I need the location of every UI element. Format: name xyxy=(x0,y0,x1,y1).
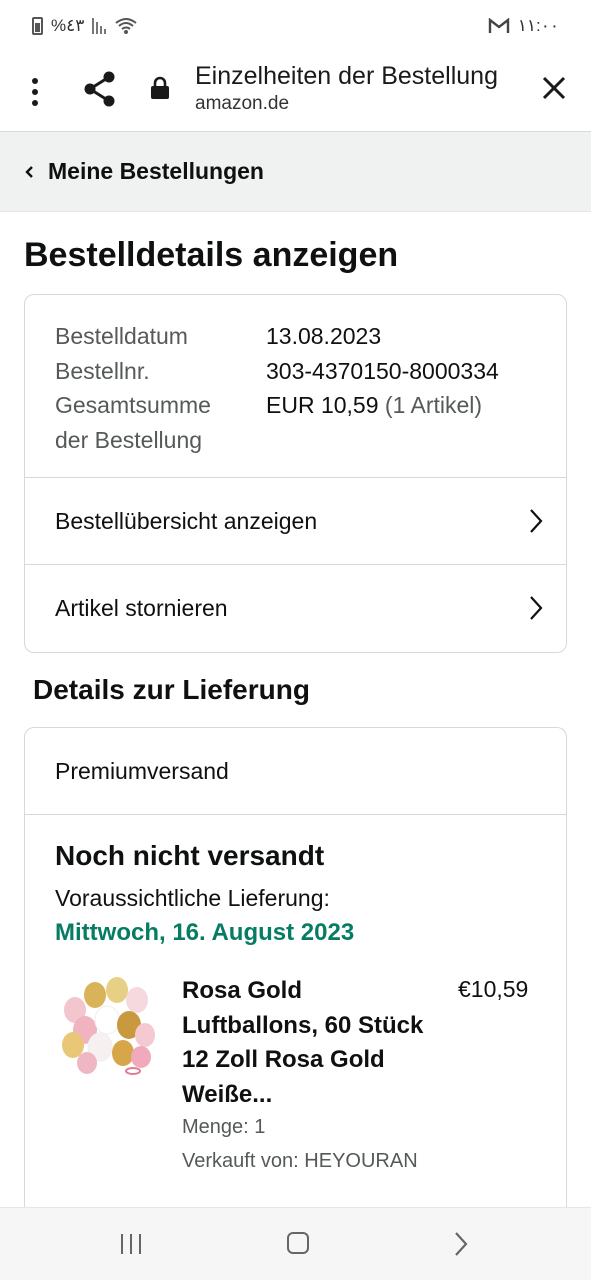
estimated-delivery-date: Mittwoch, 16. August 2023 xyxy=(55,919,355,946)
status-bar: %٤٣ ١١:٠٠ xyxy=(0,0,591,52)
product-quantity: Menge: 1 xyxy=(182,1116,266,1138)
home-icon[interactable] xyxy=(287,1232,309,1254)
product-seller: Verkauft von: HEYOURAN xyxy=(182,1150,418,1172)
battery-icon xyxy=(32,17,43,35)
shipment-status: Noch nicht versandt xyxy=(55,840,325,871)
breadcrumb-label: Meine Bestellungen xyxy=(48,158,264,184)
browser-toolbar: Einzelheiten der Bestellung amazon.de xyxy=(0,52,591,132)
order-date-label: Bestelldatum xyxy=(55,323,188,349)
status-right: ١١:٠٠ xyxy=(488,16,559,36)
share-icon[interactable] xyxy=(82,70,118,108)
product-image[interactable] xyxy=(55,975,160,1080)
order-total-label-line2: der Bestellung xyxy=(55,426,203,453)
cancel-items-label: Artikel stornieren xyxy=(55,594,228,621)
back-icon[interactable] xyxy=(452,1230,470,1258)
recent-apps-icon[interactable] xyxy=(121,1234,141,1254)
browser-url[interactable]: amazon.de xyxy=(195,92,498,116)
chevron-right-icon xyxy=(530,509,543,533)
more-vert-icon[interactable] xyxy=(25,72,45,112)
browser-page-title: Einzelheiten der Bestellung xyxy=(195,62,498,90)
chevron-left-icon xyxy=(24,164,48,180)
chevron-right-icon xyxy=(530,596,543,620)
order-number-value: 303-4370150-8000334 xyxy=(266,357,499,384)
delivery-section-title: Details zur Lieferung xyxy=(33,674,310,705)
delivery-card: Premiumversand Noch nicht versandt Vorau… xyxy=(24,727,567,1227)
breadcrumb[interactable]: Meine Bestellungen xyxy=(0,132,591,212)
order-date-row: Bestelldatum 13.08.2023 xyxy=(55,319,499,354)
product-title[interactable]: Rosa Gold Luftballons, 60 Stück 12 Zoll … xyxy=(182,974,432,1112)
order-total-label-line1: Gesamtsumme xyxy=(55,392,211,418)
order-total-value: EUR 10,59 (1 Artikel) xyxy=(266,388,482,457)
wifi-icon xyxy=(115,18,138,34)
view-order-summary-label: Bestellübersicht anzeigen xyxy=(55,507,318,534)
close-icon[interactable] xyxy=(540,74,568,102)
signal-icon xyxy=(92,18,107,34)
lock-icon xyxy=(151,76,169,99)
page-title: Bestelldetails anzeigen xyxy=(24,236,399,274)
order-info: Bestelldatum 13.08.2023 Bestellnr. 303-4… xyxy=(55,319,499,457)
shipping-method: Premiumversand xyxy=(25,728,566,815)
navigation-bar xyxy=(0,1207,591,1280)
status-left: %٤٣ xyxy=(32,16,138,36)
cancel-items-link[interactable]: Artikel stornieren xyxy=(25,564,566,651)
order-summary-card: Bestelldatum 13.08.2023 Bestellnr. 303-4… xyxy=(24,294,567,653)
clock: ١١:٠٠ xyxy=(517,16,559,35)
order-date-value: 13.08.2023 xyxy=(266,323,382,349)
order-total-label: Gesamtsumme der Bestellung xyxy=(55,388,266,457)
estimated-delivery-label: Voraussichtliche Lieferung: xyxy=(55,885,330,911)
browser-title-block: Einzelheiten der Bestellung amazon.de xyxy=(195,60,498,116)
view-order-summary-link[interactable]: Bestellübersicht anzeigen xyxy=(25,477,566,564)
order-number-row: Bestellnr. 303-4370150-8000334 xyxy=(55,354,499,389)
order-total-items: (1 Artikel) xyxy=(384,392,483,418)
gmail-icon xyxy=(488,18,509,33)
order-total-amount: EUR 10,59 xyxy=(266,392,379,418)
battery-percent: %٤٣ xyxy=(51,16,85,35)
product-price: €10,59 xyxy=(458,976,529,1002)
order-total-row: Gesamtsumme der Bestellung EUR 10,59 (1 … xyxy=(55,388,499,457)
order-number-label: Bestellnr. xyxy=(55,357,150,384)
